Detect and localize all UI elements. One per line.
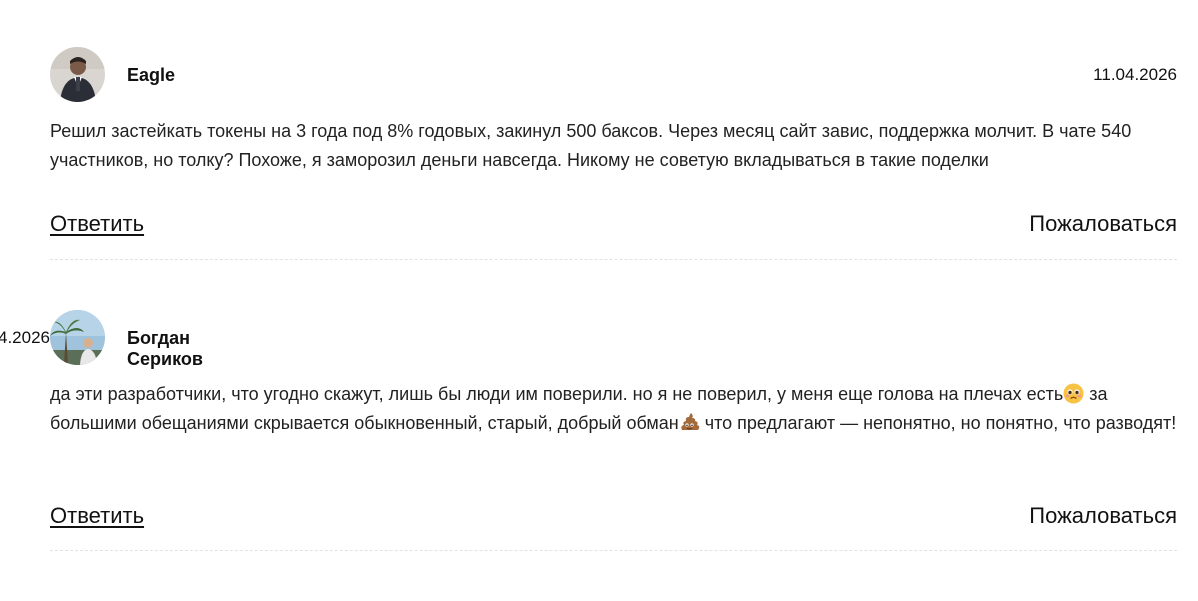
avatar-image-icon: [50, 47, 105, 102]
comment: Eagle 11.04.2026 Решил застейкать токены…: [50, 47, 1177, 337]
pile-of-poo-icon: [679, 412, 700, 433]
comments-list: Eagle 11.04.2026 Решил застейкать токены…: [0, 47, 1177, 551]
comment-text-part: да эти разработчики, что угодно скажут, …: [50, 384, 1064, 404]
avatar-image-icon: [50, 310, 105, 365]
report-link[interactable]: Пожаловаться: [1029, 211, 1177, 237]
divider: [50, 550, 1177, 551]
comment-date: 11.04.2026: [1093, 65, 1177, 84]
report-link[interactable]: Пожаловаться: [1029, 503, 1177, 529]
divider: [50, 259, 1177, 260]
author-name: Eagle: [127, 65, 176, 85]
reply-link[interactable]: Ответить: [50, 211, 144, 237]
avatar: [50, 310, 105, 365]
pleading-face-icon: [1063, 383, 1084, 404]
comment-text: Решил застейкать токены на 3 года под 8%…: [50, 121, 1132, 170]
comment-text-part: что предлагают — непонятно, но понятно, …: [699, 413, 1177, 433]
comment-actions: Ответить Пожаловаться: [50, 503, 1177, 533]
comment-text: да эти разработчики, что угодно скажут, …: [50, 380, 1177, 438]
comment-date: 08.04.2026: [0, 328, 50, 347]
reply-link[interactable]: Ответить: [50, 503, 144, 529]
comment-actions: Ответить Пожаловаться: [50, 211, 1177, 241]
comment-header: Eagle 11.04.2026: [50, 47, 1177, 103]
author-name: Богдан Сериков: [127, 328, 203, 369]
avatar: [50, 47, 105, 102]
